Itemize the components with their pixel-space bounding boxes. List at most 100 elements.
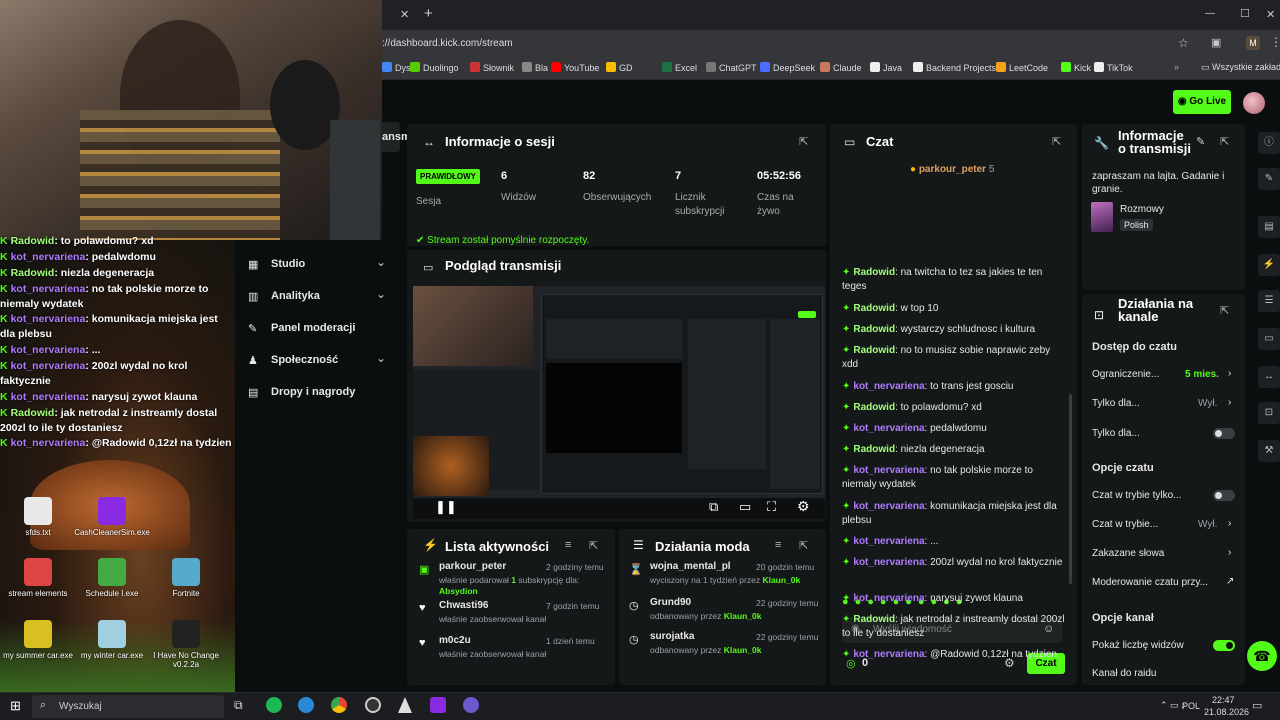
bookmark-item[interactable]: YouTube xyxy=(551,62,599,73)
language-indicator[interactable]: POL xyxy=(1182,701,1200,711)
bookmark-item[interactable]: Claude xyxy=(820,62,862,73)
chat-username[interactable]: kot_nervariena xyxy=(853,557,924,568)
sidebar-item[interactable]: ▦ Studio ⌄ xyxy=(248,255,388,276)
star-icon[interactable]: ☆ xyxy=(1178,36,1189,50)
chat-username[interactable]: kot_nervariena xyxy=(853,649,924,660)
fullscreen-icon[interactable]: ⛶ xyxy=(767,499,776,515)
bookmark-item[interactable]: ChatGPT xyxy=(706,62,757,73)
sidebar-item[interactable]: ▥ Analityka ⌄ xyxy=(248,287,388,308)
chat-username[interactable]: kot_nervariena xyxy=(853,381,924,392)
menu-icon[interactable]: ⋮ xyxy=(1270,35,1280,49)
chat-username[interactable]: Radowid xyxy=(853,402,895,413)
mod-action-user[interactable]: surojatka xyxy=(650,631,694,642)
maximize-icon[interactable]: ☐ xyxy=(1240,7,1250,20)
app-icon[interactable] xyxy=(430,697,446,713)
activity-user[interactable]: parkour_peter xyxy=(439,561,506,572)
moderator-name[interactable]: Klaun_0k xyxy=(762,575,800,585)
chat-username[interactable]: Radowid xyxy=(853,303,895,314)
bookmark-item[interactable]: GD xyxy=(606,62,633,73)
sidebar-item[interactable]: ♟ Społeczność ⌄ xyxy=(248,351,388,372)
pen-icon[interactable]: ✎ xyxy=(1258,168,1280,190)
pause-icon[interactable]: ❚❚ xyxy=(435,499,457,515)
chat-username[interactable]: kot_nervariena xyxy=(853,465,924,476)
extensions-icon[interactable]: ▣ xyxy=(1211,36,1221,49)
bookmark-item[interactable]: Duolingo xyxy=(410,62,459,73)
chrome-icon[interactable] xyxy=(331,697,347,713)
user-avatar[interactable] xyxy=(1243,92,1265,114)
popout-icon[interactable]: ⇱ xyxy=(799,539,808,552)
bookmark-item[interactable]: DeepSeek xyxy=(760,62,815,73)
edit-icon[interactable]: ✎ xyxy=(1196,135,1205,148)
activity-user[interactable]: m0c2u xyxy=(439,635,471,646)
chat-icon[interactable]: ▭ xyxy=(1258,328,1280,350)
desktop-icon[interactable]: stream elements xyxy=(0,558,76,598)
mode-row[interactable]: Czat w trybie... Wył. › xyxy=(1092,518,1238,530)
app-icon[interactable] xyxy=(463,697,479,713)
clock-date[interactable]: 21.08.2026 xyxy=(1204,707,1249,717)
restriction-row[interactable]: Ograniczenie... 5 mies. › xyxy=(1092,368,1238,380)
wrench-icon[interactable]: ⚒ xyxy=(1258,440,1280,462)
sidebar-item[interactable]: ▤ Dropy i nagrody xyxy=(248,386,388,404)
bookmark-item[interactable]: Excel xyxy=(662,62,697,73)
moderator-name[interactable]: Klaun_0k xyxy=(724,611,762,621)
only-for-toggle[interactable] xyxy=(1213,428,1235,439)
mod-action-user[interactable]: Grund90 xyxy=(650,597,691,608)
url-field[interactable]: ://dashboard.kick.com/stream xyxy=(382,38,513,49)
mod-action-user[interactable]: wojna_mental_pl xyxy=(650,561,731,572)
close-window-icon[interactable]: ✕ xyxy=(1266,8,1275,21)
bookmark-item[interactable]: Backend Projects xyxy=(913,62,996,73)
bookmark-item[interactable]: LeetCode xyxy=(996,62,1048,73)
desktop-icon[interactable]: CashCleanerSim.exe xyxy=(74,497,150,537)
popout-icon[interactable]: ⇱ xyxy=(1052,135,1061,148)
theater-icon[interactable]: ▭ xyxy=(739,499,751,515)
chat-username[interactable]: Radowid xyxy=(853,345,895,356)
chat-username[interactable]: Radowid xyxy=(853,267,895,278)
bookmark-item[interactable]: Słownik xyxy=(470,62,514,73)
desktop-icon[interactable]: my winter car.exe xyxy=(74,620,150,660)
settings-gear-icon[interactable]: ⚙ xyxy=(797,498,810,515)
desktop-icon[interactable]: Schedule I.exe xyxy=(74,558,150,598)
chat-username[interactable]: kot_nervariena xyxy=(853,593,924,604)
minimize-icon[interactable]: — xyxy=(1205,8,1215,19)
info-circle-icon[interactable]: ⓘ xyxy=(1258,132,1280,154)
stream-preview-video[interactable]: ❚❚ ⧉ ▭ ⛶ ⚙ xyxy=(413,286,825,519)
raid-channel-row[interactable]: Kanał do raidu xyxy=(1092,668,1238,679)
gift-target[interactable]: Absydion xyxy=(439,586,478,596)
edge-icon[interactable] xyxy=(298,697,314,713)
desktop-icon[interactable]: sfds.txt xyxy=(0,497,76,537)
task-view-icon[interactable]: ⧉ xyxy=(234,698,243,713)
list-icon[interactable]: ☰ xyxy=(1258,290,1280,312)
popout-icon[interactable]: ⇱ xyxy=(1220,135,1229,148)
popout-icon[interactable]: ⇱ xyxy=(1220,304,1229,317)
swap-icon[interactable]: ↔ xyxy=(1258,366,1280,388)
notification-icon[interactable]: ▭ xyxy=(1252,699,1262,712)
windows-start-icon[interactable]: ⊞ xyxy=(10,698,21,714)
go-live-button[interactable]: ◉ Go Live xyxy=(1173,90,1231,114)
desktop-icon[interactable]: I Have No Change v0.2.2a xyxy=(148,620,224,669)
lightning-icon[interactable]: ⚡ xyxy=(1258,254,1280,276)
category-name[interactable]: Rozmowy xyxy=(1120,204,1164,215)
new-tab-button[interactable]: + xyxy=(424,5,433,22)
popout-icon[interactable]: ⇱ xyxy=(589,539,598,552)
clock-time[interactable]: 22:47 xyxy=(1212,695,1235,705)
filter-icon[interactable]: ≡ xyxy=(565,539,571,551)
mode-only-toggle[interactable] xyxy=(1213,490,1235,501)
chat-username[interactable]: kot_nervariena xyxy=(853,536,924,547)
panel-icon[interactable]: ▤ xyxy=(1258,216,1280,238)
support-fab[interactable]: ☎ xyxy=(1247,641,1277,671)
spotify-icon[interactable] xyxy=(266,697,282,713)
desktop-icon[interactable]: Fortnite xyxy=(148,558,224,598)
chevron-more-icon[interactable]: » xyxy=(1174,62,1179,72)
show-viewers-toggle[interactable] xyxy=(1213,640,1235,651)
filter-icon[interactable]: ≡ xyxy=(775,539,781,551)
chat-username[interactable]: Radowid xyxy=(853,614,895,625)
banned-words-row[interactable]: Zakazane słowa › xyxy=(1092,547,1238,559)
taskbar-search[interactable]: ⌕ Wyszukaj xyxy=(32,695,224,718)
pip-icon[interactable]: ⧉ xyxy=(709,499,718,515)
chat-username[interactable]: kot_nervariena xyxy=(853,423,924,434)
moderation-row[interactable]: Moderowanie czatu przy... ↗ xyxy=(1092,576,1238,588)
bookmark-item[interactable]: Bla xyxy=(522,62,548,73)
bookmark-item[interactable]: Kick xyxy=(1061,62,1091,73)
close-tab-icon[interactable]: ✕ xyxy=(400,8,409,21)
bot-icon[interactable]: ⊡ xyxy=(1258,402,1280,424)
